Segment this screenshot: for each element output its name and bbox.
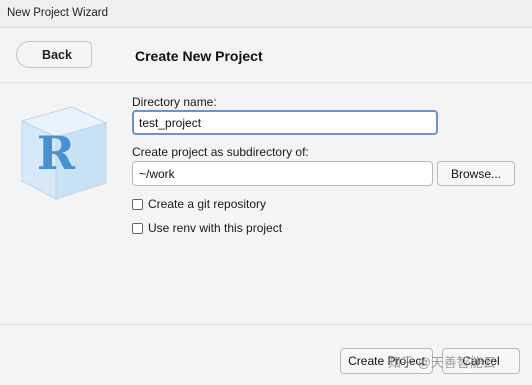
- subdirectory-label: Create project as subdirectory of:: [132, 145, 309, 159]
- title-bar: New Project Wizard: [0, 0, 532, 28]
- watermark-text: 知乎 @天善智能云: [388, 355, 496, 370]
- subdirectory-input[interactable]: ~/work: [132, 161, 433, 186]
- wizard-header: Back Create New Project: [0, 28, 532, 83]
- browse-button[interactable]: Browse...: [437, 161, 515, 186]
- wizard-content: R Directory name: test_project Create pr…: [0, 83, 532, 324]
- subdirectory-value: ~/work: [139, 166, 175, 181]
- browse-button-label: Browse...: [450, 166, 501, 181]
- directory-name-input[interactable]: test_project: [132, 110, 438, 135]
- back-button-label: Back: [42, 47, 72, 62]
- git-repository-label: Create a git repository: [148, 197, 267, 211]
- window-title: New Project Wizard: [7, 7, 108, 19]
- directory-name-value: test_project: [139, 115, 202, 130]
- back-button[interactable]: Back: [16, 41, 92, 68]
- r-cube-logo-icon: R: [20, 106, 108, 200]
- page-title: Create New Project: [135, 48, 263, 64]
- renv-checkbox[interactable]: [132, 222, 143, 234]
- git-repository-option[interactable]: Create a git repository: [132, 197, 266, 211]
- directory-name-label: Directory name:: [132, 95, 217, 109]
- renv-label: Use renv with this project: [148, 221, 283, 235]
- svg-text:R: R: [37, 126, 76, 180]
- git-repository-checkbox[interactable]: [132, 198, 143, 210]
- renv-option[interactable]: Use renv with this project: [132, 221, 282, 235]
